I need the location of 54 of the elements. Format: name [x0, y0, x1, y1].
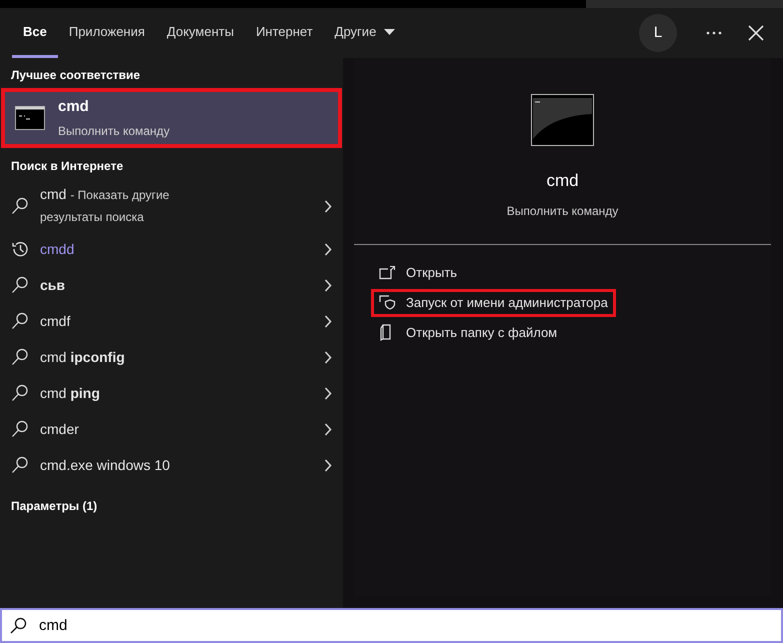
search-icon	[11, 312, 29, 330]
shield-window-icon	[379, 295, 396, 310]
search-suggestion[interactable]: cmd - Показать другие результаты поиска	[0, 181, 343, 231]
action-item[interactable]: Открыть папку с файлом	[371, 318, 566, 346]
search-suggestion[interactable]: cmder	[0, 411, 343, 447]
best-match-item[interactable]: cmd Выполнить команду	[1, 88, 342, 148]
search-icon	[11, 276, 29, 294]
app-description: Выполнить команду	[58, 123, 170, 140]
chevron-right-icon	[324, 422, 332, 436]
open-window-icon	[379, 265, 396, 280]
chevron-right-icon	[324, 200, 332, 212]
suggestion-text: cmd ipconfig	[40, 348, 126, 367]
action-item[interactable]: Запуск от имени администратора	[371, 288, 616, 316]
search-icon	[11, 348, 29, 366]
search-icon	[11, 420, 29, 438]
section-heading: Поиск в Интернете	[10, 158, 124, 175]
chevron-right-icon	[324, 386, 332, 400]
suggestion-text: cmd - Показать другие результаты поиска	[40, 185, 170, 226]
chevron-right-icon	[324, 314, 332, 328]
search-suggestion[interactable]: cmd ping	[0, 375, 343, 411]
suggestion-text: cmd.exe windows 10	[40, 456, 171, 474]
search-icon	[10, 617, 27, 634]
chevron-right-icon	[324, 242, 332, 256]
suggestion-text: cmd ping	[40, 384, 101, 403]
section-heading: Лучшее соответствие	[10, 67, 142, 84]
suggestion-text: cmdf	[40, 312, 72, 330]
chevron-right-icon	[324, 278, 332, 292]
tab[interactable]: Другие	[324, 8, 406, 58]
tab[interactable]: Приложения	[58, 8, 156, 58]
suggestion-text: cmdd	[40, 240, 76, 258]
action-item[interactable]: Открыть	[371, 258, 466, 286]
tab[interactable]: Документы	[156, 8, 245, 58]
section-heading: Параметры (1)	[10, 498, 98, 515]
search-suggestion[interactable]: cmd.exe windows 10	[0, 447, 343, 483]
search-suggestion[interactable]: cmd ipconfig	[0, 339, 343, 375]
search-field[interactable]: cmd	[0, 608, 783, 643]
suggestion-text: сьв	[40, 276, 66, 294]
tab[interactable]: Интернет	[244, 8, 324, 58]
terminal-preview-icon	[531, 94, 594, 146]
account-avatar[interactable]: L	[639, 14, 677, 52]
app-name: cmd	[546, 170, 579, 192]
search-suggestion[interactable]: сьв	[0, 267, 343, 303]
search-icon	[11, 384, 29, 402]
chevron-right-icon	[324, 350, 332, 364]
search-suggestion[interactable]: cmdf	[0, 303, 343, 339]
chevron-right-icon	[324, 458, 332, 472]
search-icon	[11, 197, 29, 215]
search-suggestion[interactable]: cmdd	[0, 231, 343, 267]
app-description: Выполнить команду	[506, 202, 618, 220]
app-name: cmd	[58, 96, 90, 117]
suggestion-text: cmder	[40, 420, 80, 438]
history-icon	[11, 240, 29, 258]
terminal-icon	[15, 106, 45, 130]
search-icon	[11, 456, 29, 474]
